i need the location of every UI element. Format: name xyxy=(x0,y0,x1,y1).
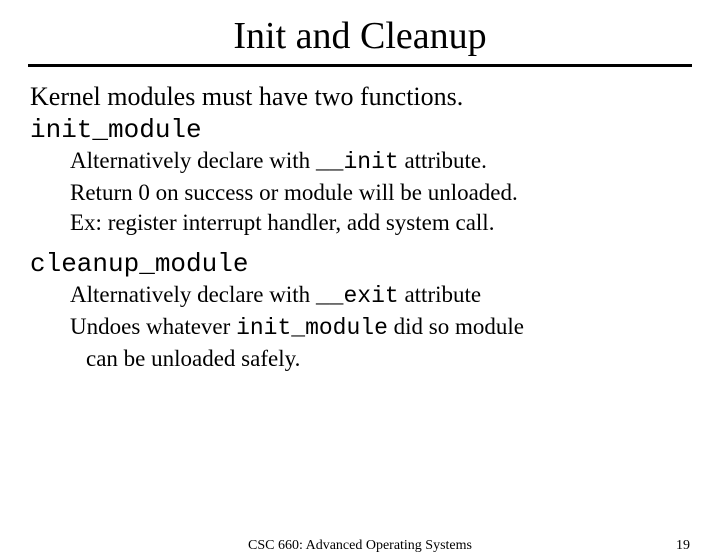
slide-title: Init and Cleanup xyxy=(0,14,720,58)
cleanup-alt-line: Alternatively declare with __exit attrib… xyxy=(70,280,690,312)
cleanup-module-heading: cleanup_module xyxy=(30,248,690,281)
title-rule xyxy=(28,64,692,67)
init-alt-line: Alternatively declare with __init attrib… xyxy=(70,146,690,178)
cleanup-undo-code: init_module xyxy=(236,315,388,341)
cleanup-undo-cont: can be unloaded safely. xyxy=(86,344,690,374)
cleanup-alt-code: __exit xyxy=(316,283,399,309)
intro-line: Kernel modules must have two functions. xyxy=(30,81,690,114)
cleanup-undo-post: did so module xyxy=(388,314,524,339)
init-alt-post: attribute. xyxy=(399,148,487,173)
footer-course: CSC 660: Advanced Operating Systems xyxy=(0,538,720,554)
init-details: Alternatively declare with __init attrib… xyxy=(70,146,690,238)
cleanup-alt-post: attribute xyxy=(399,282,481,307)
cleanup-alt-pre: Alternatively declare with xyxy=(70,282,316,307)
cleanup-undo-pre: Undoes whatever xyxy=(70,314,236,339)
slide: Init and Cleanup Kernel modules must hav… xyxy=(0,14,720,554)
cleanup-details: Alternatively declare with __exit attrib… xyxy=(70,280,690,374)
footer-page-number: 19 xyxy=(676,538,690,554)
slide-body: Kernel modules must have two functions. … xyxy=(30,81,690,374)
init-example-line: Ex: register interrupt handler, add syst… xyxy=(70,208,690,238)
cleanup-undo-line: Undoes whatever init_module did so modul… xyxy=(70,312,690,344)
init-alt-pre: Alternatively declare with xyxy=(70,148,316,173)
init-module-heading: init_module xyxy=(30,114,690,147)
init-alt-code: __init xyxy=(316,149,399,175)
init-return-line: Return 0 on success or module will be un… xyxy=(70,178,690,208)
